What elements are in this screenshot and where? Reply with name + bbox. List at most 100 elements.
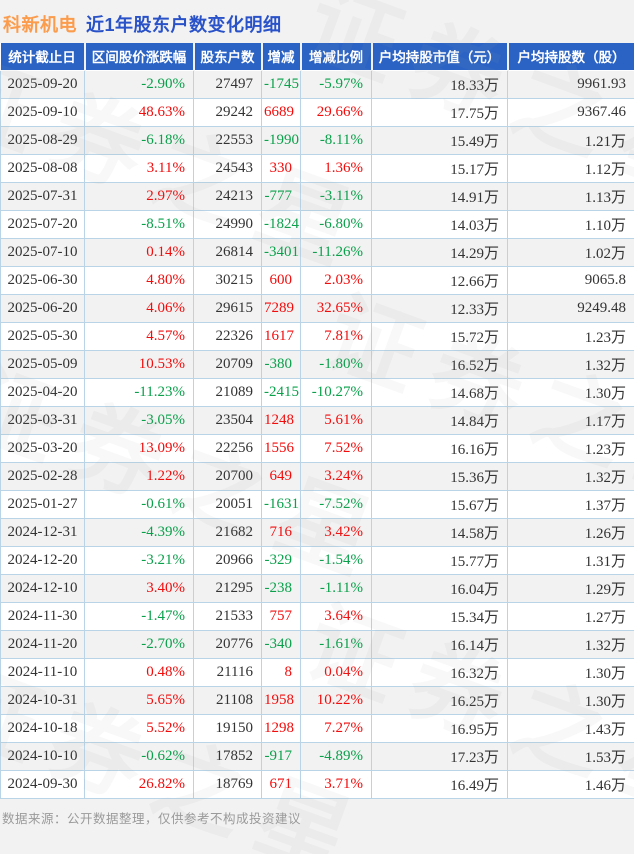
cell-price-change: 4.57% bbox=[85, 322, 194, 350]
cell-date: 2024-11-10 bbox=[1, 658, 85, 686]
cell-avg-shares: 1.43万 bbox=[508, 714, 634, 742]
cell-holders: 18769 bbox=[194, 770, 262, 798]
column-header-date: 统计截止日 bbox=[1, 43, 85, 70]
cell-price-change: 5.52% bbox=[85, 714, 194, 742]
cell-change: 8 bbox=[262, 658, 301, 686]
cell-avg-market-value: 14.68万 bbox=[372, 378, 508, 406]
column-header-change-ratio: 增减比例 bbox=[301, 43, 372, 70]
cell-avg-shares: 1.32万 bbox=[508, 462, 634, 490]
column-header-change: 增减 bbox=[262, 43, 301, 70]
cell-date: 2025-06-30 bbox=[1, 266, 85, 294]
cell-date: 2024-12-20 bbox=[1, 546, 85, 574]
cell-date: 2024-11-30 bbox=[1, 602, 85, 630]
cell-change-ratio: -7.52% bbox=[301, 490, 372, 518]
cell-holders: 20051 bbox=[194, 490, 262, 518]
table-row: 2024-10-315.65%21108195810.22%16.25万1.30… bbox=[1, 686, 634, 714]
cell-change-ratio: -11.26% bbox=[301, 238, 372, 266]
cell-holders: 21295 bbox=[194, 574, 262, 602]
table-row: 2025-06-304.80%302156002.03%12.66万9065.8 bbox=[1, 266, 634, 294]
cell-holders: 23504 bbox=[194, 406, 262, 434]
table-row: 2025-09-20-2.90%27497-1745-5.97%18.33万99… bbox=[1, 70, 634, 98]
cell-holders: 22553 bbox=[194, 126, 262, 154]
cell-avg-shares: 1.27万 bbox=[508, 602, 634, 630]
cell-holders: 19150 bbox=[194, 714, 262, 742]
cell-holders: 17852 bbox=[194, 742, 262, 770]
cell-holders: 27497 bbox=[194, 70, 262, 98]
cell-avg-market-value: 12.66万 bbox=[372, 266, 508, 294]
stock-name: 科新机电 bbox=[3, 11, 77, 37]
column-header-avg-shares: 户均持股数（股） bbox=[508, 43, 634, 70]
cell-avg-shares: 9249.48 bbox=[508, 294, 634, 322]
cell-change-ratio: -5.97% bbox=[301, 70, 372, 98]
cell-change: -2415 bbox=[262, 378, 301, 406]
cell-date: 2024-09-30 bbox=[1, 770, 85, 798]
cell-avg-market-value: 15.17万 bbox=[372, 154, 508, 182]
cell-change-ratio: -8.11% bbox=[301, 126, 372, 154]
cell-avg-market-value: 15.36万 bbox=[372, 462, 508, 490]
cell-avg-shares: 1.30万 bbox=[508, 658, 634, 686]
cell-price-change: -1.47% bbox=[85, 602, 194, 630]
cell-change-ratio: 2.03% bbox=[301, 266, 372, 294]
cell-change: 1958 bbox=[262, 686, 301, 714]
cell-avg-shares: 9065.8 bbox=[508, 266, 634, 294]
cell-price-change: 26.82% bbox=[85, 770, 194, 798]
table-row: 2024-10-185.52%1915012987.27%16.95万1.43万 bbox=[1, 714, 634, 742]
cell-change: -329 bbox=[262, 546, 301, 574]
cell-date: 2025-08-29 bbox=[1, 126, 85, 154]
cell-date: 2025-07-10 bbox=[1, 238, 85, 266]
cell-price-change: -6.18% bbox=[85, 126, 194, 154]
cell-price-change: 10.53% bbox=[85, 350, 194, 378]
cell-price-change: -4.39% bbox=[85, 518, 194, 546]
cell-change-ratio: 3.64% bbox=[301, 602, 372, 630]
cell-avg-market-value: 16.95万 bbox=[372, 714, 508, 742]
table-row: 2025-02-281.22%207006493.24%15.36万1.32万 bbox=[1, 462, 634, 490]
cell-avg-shares: 1.32万 bbox=[508, 350, 634, 378]
cell-holders: 20709 bbox=[194, 350, 262, 378]
cell-avg-shares: 1.30万 bbox=[508, 378, 634, 406]
cell-price-change: -0.61% bbox=[85, 490, 194, 518]
table-row: 2025-07-312.97%24213-777-3.11%14.91万1.13… bbox=[1, 182, 634, 210]
cell-date: 2025-04-20 bbox=[1, 378, 85, 406]
cell-avg-market-value: 14.91万 bbox=[372, 182, 508, 210]
cell-change: -777 bbox=[262, 182, 301, 210]
cell-avg-shares: 9961.93 bbox=[508, 70, 634, 98]
cell-holders: 20966 bbox=[194, 546, 262, 574]
cell-change: -340 bbox=[262, 630, 301, 658]
table-row: 2025-03-31-3.05%2350412485.61%14.84万1.17… bbox=[1, 406, 634, 434]
cell-price-change: -11.23% bbox=[85, 378, 194, 406]
cell-date: 2025-01-27 bbox=[1, 490, 85, 518]
cell-avg-shares: 1.10万 bbox=[508, 210, 634, 238]
cell-change: -238 bbox=[262, 574, 301, 602]
cell-avg-shares: 1.17万 bbox=[508, 406, 634, 434]
cell-date: 2024-11-20 bbox=[1, 630, 85, 658]
cell-change: 330 bbox=[262, 154, 301, 182]
cell-avg-shares: 1.02万 bbox=[508, 238, 634, 266]
cell-avg-shares: 1.12万 bbox=[508, 154, 634, 182]
table-body: 2025-09-20-2.90%27497-1745-5.97%18.33万99… bbox=[1, 70, 634, 798]
cell-date: 2025-09-20 bbox=[1, 70, 85, 98]
cell-change: 6689 bbox=[262, 98, 301, 126]
column-header-holders: 股东户数 bbox=[194, 43, 262, 70]
cell-price-change: 1.22% bbox=[85, 462, 194, 490]
cell-avg-market-value: 15.34万 bbox=[372, 602, 508, 630]
cell-change-ratio: -10.27% bbox=[301, 378, 372, 406]
table-row: 2024-12-20-3.21%20966-329-1.54%15.77万1.3… bbox=[1, 546, 634, 574]
cell-change-ratio: 3.71% bbox=[301, 770, 372, 798]
cell-date: 2024-10-10 bbox=[1, 742, 85, 770]
cell-avg-shares: 1.37万 bbox=[508, 490, 634, 518]
cell-avg-shares: 1.21万 bbox=[508, 126, 634, 154]
cell-price-change: 5.65% bbox=[85, 686, 194, 714]
cell-date: 2024-12-31 bbox=[1, 518, 85, 546]
table-header: 统计截止日区间股价涨跌幅股东户数增减增减比例户均持股市值（元）户均持股数（股） bbox=[1, 43, 634, 70]
cell-date: 2025-07-31 bbox=[1, 182, 85, 210]
table-row: 2025-04-20-11.23%21089-2415-10.27%14.68万… bbox=[1, 378, 634, 406]
cell-holders: 29615 bbox=[194, 294, 262, 322]
table-row: 2025-07-100.14%26814-3401-11.26%14.29万1.… bbox=[1, 238, 634, 266]
cell-avg-market-value: 14.84万 bbox=[372, 406, 508, 434]
table-row: 2025-09-1048.63%29242668929.66%17.75万936… bbox=[1, 98, 634, 126]
cell-avg-market-value: 14.03万 bbox=[372, 210, 508, 238]
cell-avg-market-value: 17.23万 bbox=[372, 742, 508, 770]
cell-date: 2025-03-31 bbox=[1, 406, 85, 434]
cell-price-change: -0.62% bbox=[85, 742, 194, 770]
cell-change: -917 bbox=[262, 742, 301, 770]
